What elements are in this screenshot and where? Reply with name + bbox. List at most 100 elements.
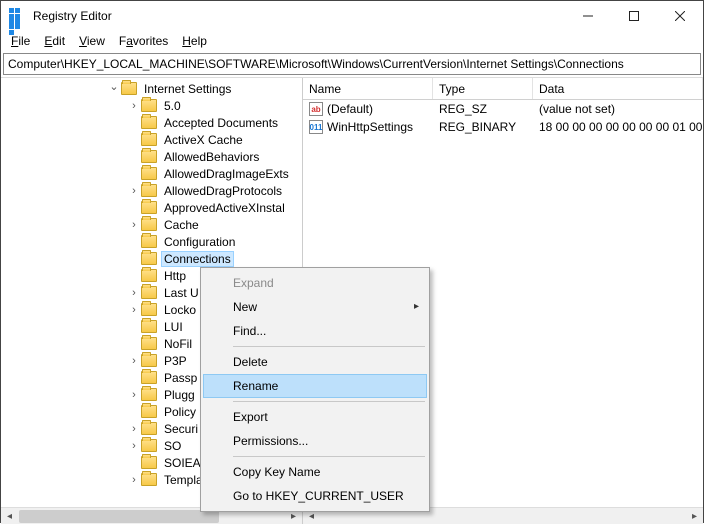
tree-item-configuration[interactable]: Configuration	[1, 233, 302, 250]
ctx-delete[interactable]: Delete	[203, 350, 427, 374]
ctx-separator	[233, 346, 425, 347]
column-header-type[interactable]: Type	[433, 78, 533, 99]
tree-item-cache[interactable]: Cache	[1, 216, 302, 233]
tree-item-allowedbehaviors[interactable]: AllowedBehaviors	[1, 148, 302, 165]
expander-icon[interactable]	[127, 287, 141, 299]
folder-icon	[141, 99, 157, 112]
ctx-delete-label: Delete	[233, 355, 268, 369]
ctx-goto-hkcu[interactable]: Go to HKEY_CURRENT_USER	[203, 484, 427, 508]
value-row[interactable]: ab(Default)REG_SZ(value not set)	[303, 100, 703, 118]
tree-item-label: Cache	[161, 217, 202, 233]
values-list: ab(Default)REG_SZ(value not set)011WinHt…	[303, 100, 703, 136]
tree-item-label: Passp	[161, 370, 200, 386]
expander-icon[interactable]	[127, 100, 141, 112]
folder-icon	[141, 354, 157, 367]
tree-item-alloweddragimageexts[interactable]: AllowedDragImageExts	[1, 165, 302, 182]
ctx-rename-label: Rename	[233, 379, 278, 393]
tree-item-label: Locko	[161, 302, 199, 318]
window-title: Registry Editor	[33, 9, 112, 23]
tree-item-5-0[interactable]: 5.0	[1, 97, 302, 114]
value-name: (Default)	[327, 102, 373, 116]
value-data: 18 00 00 00 00 00 00 00 01 00 0	[533, 120, 703, 134]
scroll-thumb[interactable]	[19, 510, 219, 523]
tree-item-label: 5.0	[161, 98, 184, 114]
string-value-icon: ab	[309, 102, 323, 116]
expander-icon[interactable]	[127, 185, 141, 197]
expander-icon[interactable]	[127, 423, 141, 435]
ctx-export[interactable]: Export	[203, 405, 427, 429]
ctx-permissions[interactable]: Permissions...	[203, 429, 427, 453]
address-bar[interactable]: Computer\HKEY_LOCAL_MACHINE\SOFTWARE\Mic…	[3, 53, 701, 75]
expander-icon[interactable]	[127, 355, 141, 367]
ctx-rename[interactable]: Rename	[203, 374, 427, 398]
folder-icon	[141, 116, 157, 129]
tree-item-label: Configuration	[161, 234, 238, 250]
maximize-button[interactable]	[611, 1, 657, 31]
column-header-data[interactable]: Data	[533, 78, 703, 99]
expander-icon[interactable]	[127, 219, 141, 231]
tree-item-label: Last U	[161, 285, 202, 301]
tree-item-approvedactivexinstal[interactable]: ApprovedActiveXInstal	[1, 199, 302, 216]
expander-icon[interactable]	[127, 474, 141, 486]
expander-icon[interactable]	[127, 440, 141, 452]
tree-item-label: SOIEA	[161, 455, 204, 471]
menu-file[interactable]: File	[5, 32, 36, 50]
ctx-export-label: Export	[233, 410, 268, 424]
values-header: Name Type Data	[303, 78, 703, 100]
tree-item-alloweddragprotocols[interactable]: AllowedDragProtocols	[1, 182, 302, 199]
ctx-copy-key-name[interactable]: Copy Key Name	[203, 460, 427, 484]
ctx-find[interactable]: Find...	[203, 319, 427, 343]
binary-value-icon: 011	[309, 120, 323, 134]
tree-item-label: Plugg	[161, 387, 198, 403]
tree-item-label: Securi	[161, 421, 201, 437]
menu-edit[interactable]: Edit	[38, 32, 71, 50]
address-text: Computer\HKEY_LOCAL_MACHINE\SOFTWARE\Mic…	[8, 57, 624, 71]
tree-item-label: ApprovedActiveXInstal	[161, 200, 288, 216]
value-type: REG_BINARY	[433, 120, 533, 134]
close-button[interactable]	[657, 1, 703, 31]
column-header-name[interactable]: Name	[303, 78, 433, 99]
folder-icon	[141, 405, 157, 418]
folder-icon	[141, 184, 157, 197]
menu-view[interactable]: View	[73, 32, 111, 50]
ctx-new[interactable]: New▸	[203, 295, 427, 319]
menu-favorites[interactable]: Favorites	[113, 32, 174, 50]
folder-icon	[141, 252, 157, 265]
folder-icon	[141, 456, 157, 469]
ctx-separator	[233, 456, 425, 457]
scroll-left-icon[interactable]: ◂	[1, 508, 18, 524]
folder-icon	[141, 150, 157, 163]
folder-icon	[121, 82, 137, 95]
minimize-button[interactable]	[565, 1, 611, 31]
ctx-expand-label: Expand	[233, 276, 274, 290]
tree-item-activex-cache[interactable]: ActiveX Cache	[1, 131, 302, 148]
expander-icon[interactable]	[127, 304, 141, 316]
menu-help[interactable]: Help	[176, 32, 213, 50]
ctx-expand[interactable]: Expand	[203, 271, 427, 295]
tree-item-label: ActiveX Cache	[161, 132, 246, 148]
tree-item-connections[interactable]: Connections	[1, 250, 302, 267]
app-icon	[9, 8, 25, 24]
value-row[interactable]: 011WinHttpSettingsREG_BINARY18 00 00 00 …	[303, 118, 703, 136]
tree-item-label: LUI	[161, 319, 186, 335]
tree-item-label: P3P	[161, 353, 190, 369]
tree-item-label: Policy	[161, 404, 199, 420]
tree-item-label: Connections	[161, 251, 234, 267]
expander-icon[interactable]	[107, 82, 121, 95]
folder-icon	[141, 422, 157, 435]
folder-icon	[141, 201, 157, 214]
scroll-right-icon[interactable]: ▸	[686, 508, 703, 524]
ctx-separator	[233, 401, 425, 402]
ctx-goto-hkcu-label: Go to HKEY_CURRENT_USER	[233, 489, 404, 503]
folder-icon	[141, 218, 157, 231]
expander-icon[interactable]	[127, 389, 141, 401]
value-type: REG_SZ	[433, 102, 533, 116]
tree-item-accepted-documents[interactable]: Accepted Documents	[1, 114, 302, 131]
folder-icon	[141, 320, 157, 333]
tree-item-label: NoFil	[161, 336, 195, 352]
tree-item-internet-settings[interactable]: Internet Settings	[1, 80, 302, 97]
folder-icon	[141, 286, 157, 299]
folder-icon	[141, 439, 157, 452]
ctx-copy-key-name-label: Copy Key Name	[233, 465, 320, 479]
ctx-permissions-label: Permissions...	[233, 434, 308, 448]
